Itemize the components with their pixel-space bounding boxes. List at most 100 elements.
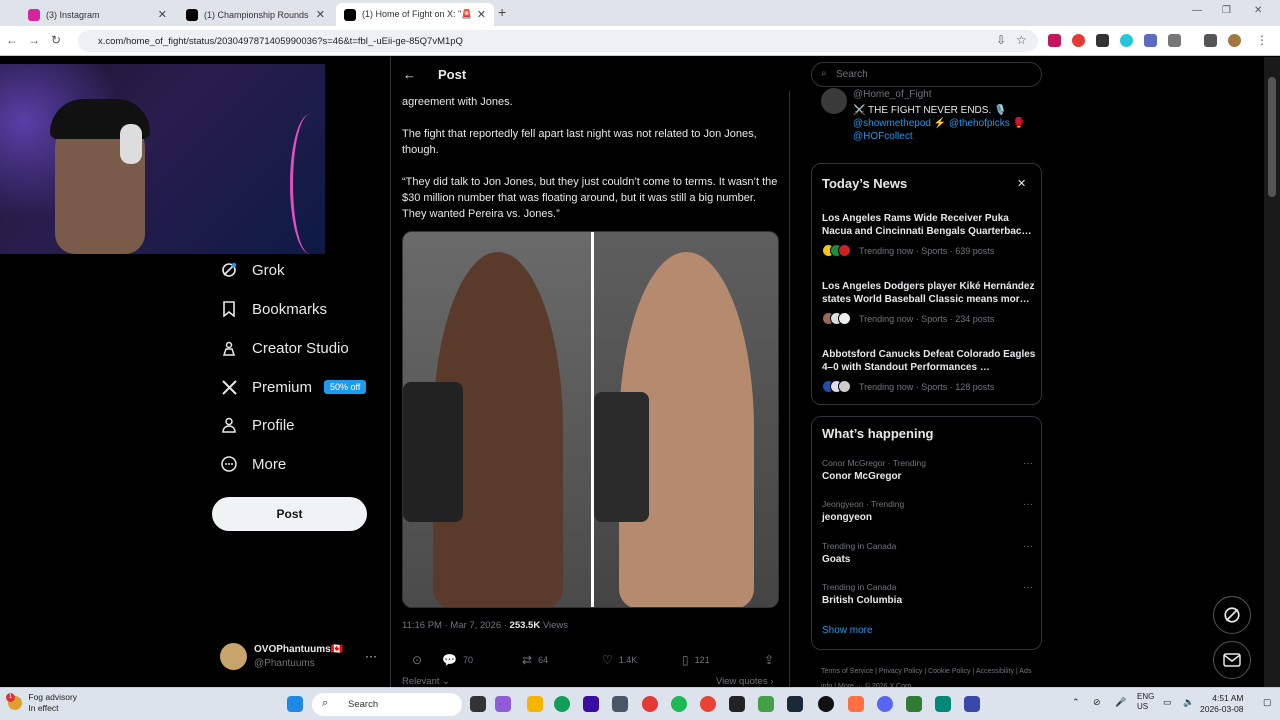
close-icon[interactable]: ✕ [158, 8, 167, 21]
app-icon[interactable] [612, 696, 628, 712]
app-icon[interactable] [848, 696, 864, 712]
trend-item[interactable]: Trending in Canada British Columbia ··· [822, 582, 1037, 606]
grok-fab-button[interactable] [1213, 596, 1251, 634]
more-icon[interactable]: ··· [1023, 582, 1033, 593]
like-button[interactable]: ♡ 1.4K [602, 653, 637, 667]
notifications-icon[interactable]: ▢ [1263, 697, 1272, 708]
app-icon[interactable] [935, 696, 951, 712]
reload-icon[interactable]: ↻ [51, 33, 61, 47]
instagram-icon [28, 8, 40, 21]
weather-widget[interactable]: 1 Fog advisory In effect [6, 692, 77, 714]
bookmark-icon: ▯ [682, 653, 689, 667]
clock[interactable]: 4:51 AM 2026-03-08 [1200, 693, 1243, 715]
forward-icon[interactable]: → [28, 33, 40, 47]
extensions-puzzle-icon[interactable] [1168, 34, 1181, 47]
trend-item[interactable]: Conor McGregor · Trending Conor McGregor… [822, 458, 1037, 482]
close-icon[interactable]: ✕ [1017, 177, 1026, 190]
bookmark-star-icon[interactable]: ☆ [1016, 33, 1027, 47]
maximize-icon[interactable]: ❐ [1222, 5, 1231, 16]
tray-overflow-icon[interactable]: ⌃ [1072, 697, 1080, 708]
app-icon[interactable] [583, 696, 599, 712]
taskbar-search[interactable]: ⌕ Search [312, 693, 462, 716]
post-button[interactable]: Post [212, 497, 367, 531]
messages-fab-button[interactable] [1213, 641, 1251, 679]
app-icon[interactable] [906, 696, 922, 712]
file-explorer-icon[interactable] [527, 696, 543, 712]
url-field[interactable]: x.com/home_of_fight/status/2030497871405… [78, 30, 1038, 52]
close-icon[interactable]: ✕ [477, 8, 486, 21]
post-text: agreement with Jones. [402, 96, 513, 108]
nav-premium[interactable]: Premium 50% off [220, 378, 367, 396]
search-input[interactable]: ⌕ Search [811, 62, 1042, 87]
address-bar-row: ← → ↻ x.com/home_of_fight/status/2030497… [0, 26, 1280, 56]
tab-championship-rounds[interactable]: (1) Championship Rounds on X: ✕ [178, 3, 333, 26]
close-icon[interactable]: ✕ [316, 8, 325, 21]
discord-icon[interactable] [877, 696, 893, 712]
extension-icon[interactable] [1096, 34, 1109, 47]
copilot-icon[interactable] [495, 696, 511, 712]
account-handle: @Phantuums [254, 658, 315, 669]
more-icon[interactable]: ··· [1023, 458, 1033, 469]
news-item[interactable]: Los Angeles Rams Wide Receiver Puka Nacu… [822, 212, 1037, 257]
extension-icon[interactable] [1120, 34, 1133, 47]
app-icon[interactable] [818, 696, 834, 712]
nav-creator-studio[interactable]: Creator Studio [220, 339, 349, 357]
spotify-icon[interactable] [671, 696, 687, 712]
sort-replies-dropdown[interactable]: Relevant ⌄ [402, 676, 450, 687]
windows-start-icon[interactable] [287, 696, 303, 712]
app-icon[interactable] [964, 696, 980, 712]
microphone-icon[interactable]: 🎤 [1115, 697, 1126, 708]
install-app-icon[interactable]: ⇩ [996, 33, 1006, 47]
more-icon[interactable]: ··· [365, 649, 377, 663]
app-icon[interactable] [758, 696, 774, 712]
repost-button[interactable]: ⇄ 64 [522, 653, 548, 667]
back-arrow-icon[interactable]: ← [403, 67, 416, 82]
trend-item[interactable]: Trending in Canada Goats ··· [822, 541, 1037, 565]
profile-avatar[interactable] [1228, 34, 1241, 47]
extension-icon[interactable] [1072, 34, 1085, 47]
browser-menu-icon[interactable]: ⋮ [1256, 33, 1268, 47]
nav-bookmarks[interactable]: Bookmarks [220, 300, 327, 318]
play-button[interactable]: ⊙ [412, 653, 428, 667]
show-more-link[interactable]: Show more [822, 625, 873, 636]
extension-icon[interactable] [1144, 34, 1157, 47]
news-item[interactable]: Los Angeles Dodgers player Kiké Hernánde… [822, 280, 1037, 325]
media-control-icon[interactable] [1204, 34, 1217, 47]
profile-links[interactable]: @showmethepod ⚡ @thehofpicks 🥊 @HOFcolle… [853, 117, 1043, 143]
reply-button[interactable]: 💬 70 [442, 653, 473, 667]
more-icon[interactable]: ··· [1023, 541, 1033, 552]
new-tab-button[interactable]: + [498, 4, 506, 20]
scrollbar[interactable] [1264, 57, 1280, 687]
post-image[interactable] [402, 231, 779, 608]
tab-instagram[interactable]: (3) Instagram ✕ [20, 3, 175, 26]
app-icon[interactable] [729, 696, 745, 712]
nav-grok[interactable]: Grok [220, 261, 285, 279]
volume-icon[interactable]: 🔈 [1183, 697, 1194, 708]
more-icon[interactable]: ··· [1023, 499, 1033, 510]
app-icon[interactable] [642, 696, 658, 712]
account-switcher[interactable]: OVOPhantuums🇨🇦 @Phantuums ··· [220, 643, 380, 673]
trend-item[interactable]: Jeongyeon · Trending jeongyeon ··· [822, 499, 1037, 523]
fighter-left-image [403, 232, 591, 607]
steam-icon[interactable] [787, 696, 803, 712]
display-icon[interactable]: ▭ [1163, 697, 1172, 708]
close-window-icon[interactable]: ✕ [1254, 5, 1262, 16]
view-quotes-link[interactable]: View quotes › [716, 676, 773, 687]
news-item[interactable]: Abbotsford Canucks Defeat Colorado Eagle… [822, 348, 1037, 393]
language-indicator[interactable]: ENG US [1137, 692, 1154, 712]
tab-home-of-fight[interactable]: (1) Home of Fight on X: "🚨 us ✕ [336, 3, 494, 26]
avatar-stack [822, 244, 852, 257]
network-icon[interactable]: ⊘ [1093, 697, 1101, 708]
task-view-icon[interactable] [470, 696, 486, 712]
back-icon[interactable]: ← [6, 33, 18, 47]
chrome-icon[interactable] [700, 696, 716, 712]
nav-more[interactable]: More [220, 455, 286, 473]
extension-icon[interactable] [1048, 34, 1061, 47]
edge-icon[interactable] [554, 696, 570, 712]
minimize-icon[interactable]: — [1192, 5, 1202, 16]
bookmark-icon [220, 300, 238, 318]
scrollbar-thumb[interactable] [1268, 77, 1276, 197]
bookmark-button[interactable]: ▯ 121 [682, 653, 710, 667]
share-button[interactable]: ⇪ [764, 653, 780, 667]
nav-profile[interactable]: Profile [220, 416, 295, 434]
